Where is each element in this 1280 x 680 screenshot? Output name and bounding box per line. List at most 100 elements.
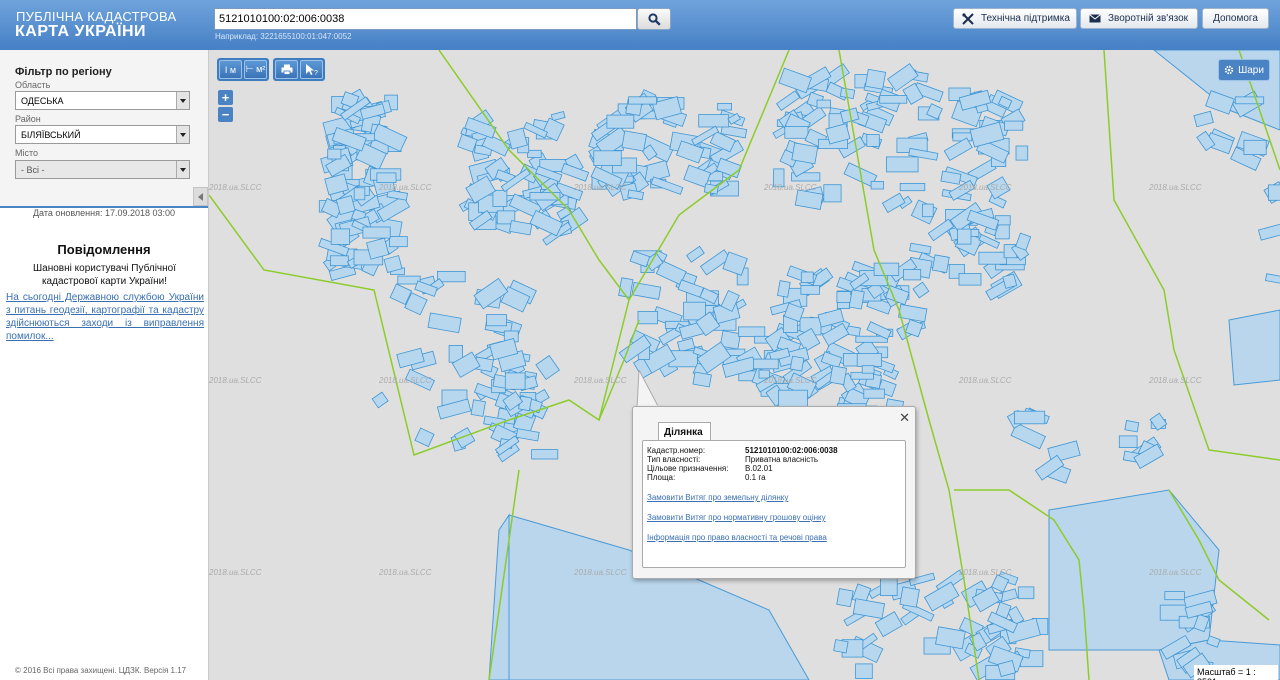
chevron-down-icon[interactable] — [176, 161, 189, 178]
parcel[interactable] — [486, 314, 507, 327]
cadastral-search-input[interactable] — [214, 8, 637, 30]
parcel[interactable] — [886, 156, 919, 173]
parcel[interactable] — [637, 310, 659, 325]
parcel[interactable] — [957, 228, 972, 245]
parcel[interactable] — [1124, 420, 1140, 433]
parcel[interactable] — [327, 148, 342, 160]
parcel[interactable] — [353, 187, 366, 201]
notification-link[interactable]: На сьогодні Державною службою України з … — [6, 291, 204, 343]
parcel[interactable] — [931, 254, 950, 273]
parcel[interactable] — [879, 95, 908, 104]
parcel[interactable] — [912, 281, 930, 299]
parcel[interactable] — [899, 586, 920, 608]
district-select[interactable]: БІЛЯЇВСЬКИЙ — [15, 125, 190, 144]
parcel[interactable] — [863, 388, 885, 399]
parcel[interactable] — [1268, 184, 1280, 201]
parcel[interactable] — [791, 142, 819, 165]
parcel[interactable] — [593, 150, 622, 167]
parcel[interactable] — [829, 365, 848, 386]
parcel[interactable] — [621, 130, 647, 152]
parcel[interactable] — [784, 126, 809, 139]
logo-title-top[interactable]: ПУБЛІЧНА КАДАСТРОВА — [16, 9, 176, 24]
parcel[interactable] — [330, 255, 349, 267]
help-button[interactable]: Допомога — [1202, 8, 1269, 29]
feedback-button[interactable]: Зворотній зв'язок — [1080, 8, 1198, 29]
parcel[interactable] — [800, 285, 820, 295]
parcel[interactable] — [1265, 273, 1280, 285]
parcel[interactable] — [509, 220, 533, 236]
parcel[interactable] — [504, 372, 526, 390]
measure-length-button[interactable]: І м — [219, 60, 242, 79]
parcel[interactable] — [800, 271, 814, 283]
parcel[interactable] — [856, 353, 882, 367]
parcel[interactable] — [414, 427, 435, 448]
parcel[interactable] — [833, 639, 849, 654]
parcel[interactable] — [366, 237, 390, 260]
parcel[interactable] — [389, 236, 408, 248]
parcel[interactable] — [881, 192, 906, 214]
close-icon[interactable]: ✕ — [899, 410, 910, 426]
support-button[interactable]: Технічна підтримка — [953, 8, 1077, 29]
map-view[interactable]: 2018.ua.SLCC 2018.ua.SLCC 2018.ua.SLCC 2018… — [209, 50, 1280, 680]
ownership-info-link[interactable]: Інформація про право власності та речові… — [647, 533, 827, 542]
parcel[interactable] — [1015, 145, 1029, 161]
parcel[interactable] — [776, 90, 801, 111]
parcel[interactable] — [371, 391, 389, 409]
parcel[interactable] — [527, 149, 542, 158]
parcel[interactable] — [492, 189, 508, 207]
parcel[interactable] — [1014, 410, 1046, 425]
parcel[interactable] — [778, 389, 808, 408]
parcel[interactable] — [531, 449, 559, 460]
parcel[interactable] — [861, 365, 875, 374]
parcel[interactable] — [922, 203, 934, 218]
zoom-in-button[interactable]: + — [218, 90, 233, 105]
parcel[interactable] — [362, 226, 391, 239]
parcel[interactable] — [843, 352, 859, 367]
parcel[interactable] — [738, 326, 766, 337]
parcel[interactable] — [550, 110, 566, 122]
parcel[interactable] — [753, 358, 779, 370]
parcel[interactable] — [864, 68, 887, 90]
parcel[interactable] — [703, 183, 719, 195]
parcel[interactable] — [717, 103, 733, 111]
parcel[interactable] — [1234, 96, 1265, 105]
parcel[interactable] — [855, 663, 873, 679]
parcel[interactable] — [515, 428, 540, 442]
parcel[interactable] — [816, 99, 831, 109]
parcel[interactable] — [909, 242, 932, 255]
parcel[interactable] — [1015, 232, 1032, 251]
region-select[interactable]: ОДЕСЬКА — [15, 91, 190, 110]
parcel[interactable] — [848, 289, 865, 310]
search-button[interactable] — [637, 8, 671, 30]
identify-button[interactable]: ? — [300, 60, 323, 79]
parcel[interactable] — [866, 134, 880, 147]
parcel[interactable] — [631, 281, 662, 300]
parcel[interactable] — [628, 96, 658, 105]
zoom-out-button[interactable]: − — [218, 107, 233, 122]
parcel[interactable] — [692, 371, 712, 388]
parcel[interactable] — [898, 303, 928, 323]
parcel[interactable] — [376, 172, 397, 184]
parcel[interactable] — [943, 137, 973, 161]
city-select[interactable]: - Всі - — [15, 160, 190, 179]
print-button[interactable] — [275, 60, 298, 79]
parcel[interactable] — [686, 245, 705, 263]
layers-button[interactable]: Шари — [1218, 59, 1270, 81]
parcel[interactable] — [1004, 120, 1024, 131]
order-valuation-link[interactable]: Замовити Витяг про нормативну грошову оц… — [647, 513, 826, 522]
cadastral-map-canvas[interactable]: 2018.ua.SLCC 2018.ua.SLCC 2018.ua.SLCC 2018… — [209, 50, 1280, 680]
parcel[interactable] — [873, 262, 900, 277]
parcel[interactable] — [777, 280, 791, 298]
parcel[interactable] — [958, 273, 982, 286]
parcel[interactable] — [836, 588, 854, 608]
parcel[interactable] — [698, 114, 730, 128]
parcel[interactable] — [899, 182, 926, 192]
parcel[interactable] — [330, 228, 350, 245]
order-extract-link[interactable]: Замовити Витяг про земельну ділянку — [647, 493, 788, 502]
parcel[interactable] — [903, 269, 922, 281]
chevron-down-icon[interactable] — [176, 126, 189, 143]
parcel[interactable] — [618, 277, 634, 298]
parcel[interactable] — [470, 399, 486, 417]
parcel[interactable] — [978, 251, 1008, 265]
parcel[interactable] — [427, 312, 462, 334]
